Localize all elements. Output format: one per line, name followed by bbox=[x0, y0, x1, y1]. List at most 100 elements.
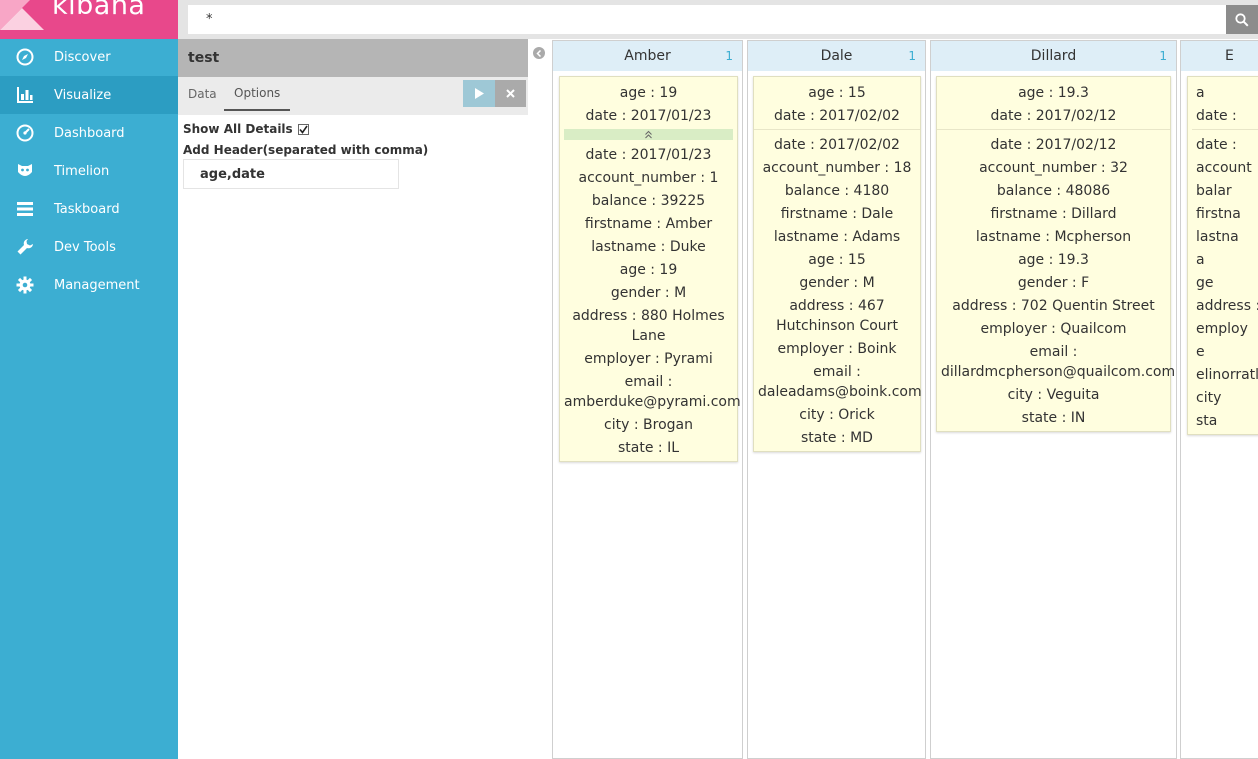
discard-button[interactable] bbox=[495, 80, 526, 107]
wrench-icon bbox=[15, 237, 35, 257]
taskboard-icon bbox=[15, 199, 35, 219]
card-header-field: age : 19 bbox=[619, 84, 678, 101]
card-detail-field: gender : M bbox=[610, 284, 687, 301]
board-column: Dillard 1 age : 19.3 date : 2017/02/12 date … bbox=[930, 40, 1177, 759]
sidebar-item-label: Visualize bbox=[54, 87, 112, 103]
options-form: Show All Details Add Header(separated wi… bbox=[178, 115, 528, 196]
card-detail-field: date : 2017/02/02 bbox=[774, 136, 900, 153]
tab-data[interactable]: Data bbox=[188, 77, 217, 111]
column-name: Dillard bbox=[1030, 48, 1077, 64]
card-detail-field: balance : 48086 bbox=[996, 182, 1111, 199]
sidebar-item-management[interactable]: Management bbox=[0, 266, 178, 304]
sidebar-item-label: Taskboard bbox=[54, 201, 120, 217]
card-detail-field: ge bbox=[1196, 274, 1214, 291]
card-detail-field: date : 2017/02/12 bbox=[990, 136, 1117, 153]
column-name: Amber bbox=[624, 48, 671, 64]
sidebar-item-label: Management bbox=[54, 277, 140, 293]
sidebar-item-label: Timelion bbox=[54, 163, 110, 179]
search-button[interactable] bbox=[1226, 5, 1258, 34]
card-detail-field: age : 15 bbox=[808, 251, 866, 268]
card-detail-field: city : Orick bbox=[799, 406, 875, 423]
card-detail-field: a bbox=[1196, 251, 1205, 268]
kibana-logo[interactable]: kibana bbox=[0, 0, 178, 39]
card-detail-field: state : IN bbox=[1021, 409, 1086, 426]
column-count-badge: 1 bbox=[908, 49, 916, 63]
card-header-field: date : 2017/02/02 bbox=[774, 107, 900, 124]
card-header-field: age : 15 bbox=[808, 84, 866, 101]
card-detail-field: balance : 39225 bbox=[591, 192, 706, 209]
card-detail-field: balance : 4180 bbox=[784, 182, 890, 199]
card-detail-field: lastname : Adams bbox=[773, 228, 901, 245]
double-chevron-up-icon bbox=[645, 130, 652, 139]
card-detail-field: age : 19 bbox=[619, 261, 678, 278]
apply-button[interactable] bbox=[463, 80, 495, 107]
sidebar-item-visualize[interactable]: Visualize bbox=[0, 76, 178, 114]
column-count-badge: 1 bbox=[725, 49, 733, 63]
card-detail-field: city : Brogan bbox=[604, 416, 693, 433]
card-detail-field: lastname : Duke bbox=[591, 238, 706, 255]
column-header: Dillard 1 bbox=[931, 40, 1176, 71]
task-card[interactable]: age : 19.3 date : 2017/02/12 date : 2017/0… bbox=[936, 76, 1175, 432]
column-header: Dale 1 bbox=[748, 40, 925, 71]
kibana-logo-icon bbox=[0, 0, 44, 30]
card-header-field: date : 2017/01/23 bbox=[585, 107, 712, 124]
board-column: Dale 1 age : 15 date : 2017/02/02 date : 201… bbox=[747, 40, 926, 759]
sidebar-item-timelion[interactable]: Timelion bbox=[0, 152, 178, 190]
card-detail-field: firstname : Dillard bbox=[990, 205, 1117, 222]
add-header-input[interactable] bbox=[183, 159, 399, 189]
card-detail-field: age : 19.3 bbox=[1018, 251, 1089, 268]
card-detail-field: gender : M bbox=[799, 274, 875, 291]
card-detail-field: account bbox=[1196, 159, 1252, 176]
sidebar-item-dev-tools[interactable]: Dev Tools bbox=[0, 228, 178, 266]
card-detail-field: gender : F bbox=[1017, 274, 1090, 291]
sidebar-item-discover[interactable]: Discover bbox=[0, 38, 178, 76]
tab-options[interactable]: Options bbox=[224, 77, 291, 111]
task-card[interactable]: age : 19 date : 2017/01/23 date : 2017/01/… bbox=[559, 76, 741, 462]
logo-text: kibana bbox=[52, 0, 146, 21]
nav-list: Discover Visualize Dashboard Timelion Taskbo… bbox=[0, 38, 178, 304]
query-bar bbox=[178, 0, 1258, 39]
card-detail-field: email : amberduke@pyrami.com bbox=[564, 373, 741, 410]
card-detail-field: employ bbox=[1196, 320, 1248, 337]
column-count-badge: 1 bbox=[1159, 49, 1167, 63]
card-detail-field: address : 702 Quentin Street bbox=[952, 297, 1155, 314]
card-detail-field: account_number : 32 bbox=[979, 159, 1128, 176]
card-detail-field: employer : Quailcom bbox=[980, 320, 1127, 337]
card-detail-field: firstname : Amber bbox=[584, 215, 713, 232]
card-detail-field: address : 880 Holmes Lane bbox=[572, 307, 725, 344]
sidebar-item-taskboard[interactable]: Taskboard bbox=[0, 190, 178, 228]
card-header-field: date : 2017/02/12 bbox=[990, 107, 1117, 124]
column-header: E bbox=[1181, 40, 1258, 71]
show-all-details-label: Show All Details bbox=[183, 122, 293, 136]
dashboard-gauge-icon bbox=[15, 123, 35, 143]
vis-title: test bbox=[178, 39, 528, 77]
add-header-label: Add Header(separated with comma) bbox=[183, 143, 429, 157]
sidebar-item-dashboard[interactable]: Dashboard bbox=[0, 114, 178, 152]
sidebar-nav: kibana Discover Visualize Dashboard Timelio… bbox=[0, 0, 178, 759]
card-divider bbox=[754, 129, 920, 130]
timelion-mask-icon bbox=[15, 161, 35, 181]
card-detail-field: email : daleadams@boink.com bbox=[758, 363, 922, 400]
collapse-sidebar-button[interactable] bbox=[533, 47, 545, 59]
card-detail-field: city bbox=[1196, 389, 1222, 406]
card-detail-field: state : MD bbox=[801, 429, 873, 446]
task-card[interactable]: a date : date : account balar firstna lastna a g… bbox=[1187, 76, 1258, 435]
card-header-field: a bbox=[1196, 84, 1205, 101]
card-detail-field: employer : Boink bbox=[777, 340, 897, 357]
gear-icon bbox=[15, 275, 35, 295]
show-all-details-checkbox[interactable] bbox=[297, 123, 309, 135]
bar-chart-icon bbox=[15, 85, 35, 105]
card-detail-field: state : IL bbox=[617, 439, 679, 456]
card-detail-field: employer : Pyrami bbox=[584, 350, 713, 367]
card-detail-field: firstna bbox=[1196, 205, 1241, 222]
card-header-field: date : bbox=[1196, 107, 1237, 124]
card-toggle-button[interactable] bbox=[564, 129, 733, 140]
search-input[interactable] bbox=[188, 5, 1226, 34]
task-card[interactable]: age : 15 date : 2017/02/02 date : 2017/02/… bbox=[753, 76, 922, 452]
board-column: Ea date : date : account balar firstna lastna a… bbox=[1180, 40, 1258, 759]
card-detail-field: account_number : 1 bbox=[578, 169, 719, 186]
close-icon bbox=[506, 89, 515, 98]
sidebar-item-label: Dashboard bbox=[54, 125, 125, 141]
compass-icon bbox=[15, 47, 35, 67]
card-detail-field: date : bbox=[1196, 136, 1237, 153]
